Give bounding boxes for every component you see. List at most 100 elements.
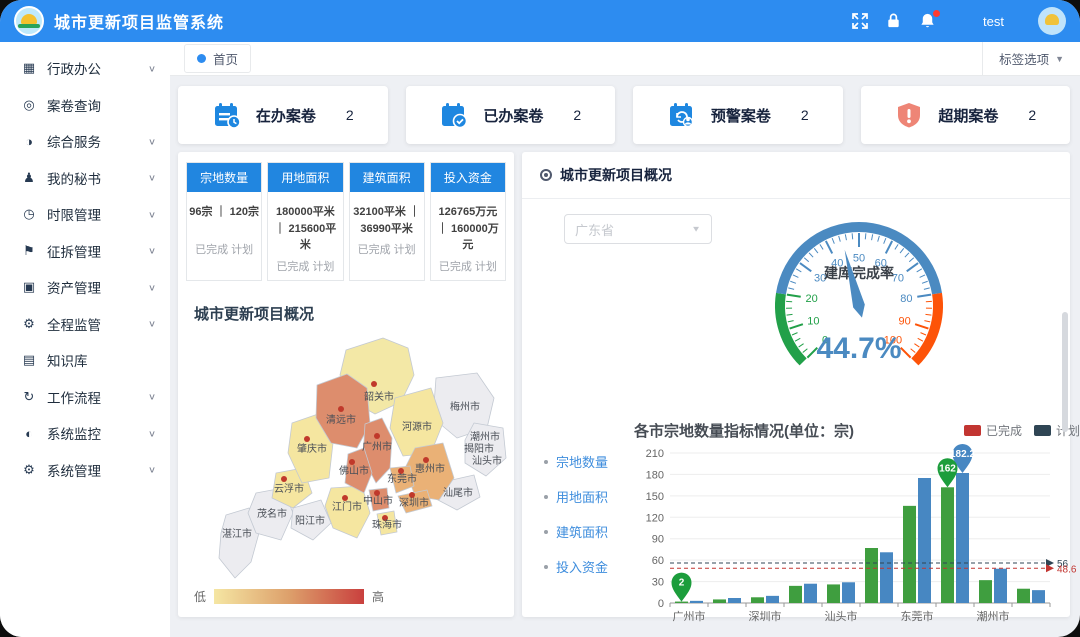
summary-card-4[interactable]: 超期案卷2 bbox=[861, 86, 1071, 144]
bullet-icon bbox=[544, 565, 548, 569]
avatar[interactable] bbox=[1038, 7, 1066, 35]
bar-plan[interactable] bbox=[956, 473, 969, 603]
legend-item[interactable]: 已完成 bbox=[964, 422, 1022, 439]
bar-plan[interactable] bbox=[918, 478, 931, 603]
stat-header[interactable]: 投入资金 bbox=[431, 163, 505, 192]
stat-header[interactable]: 用地面积 bbox=[268, 163, 342, 192]
summary-card-1[interactable]: 在办案卷2 bbox=[178, 86, 388, 144]
tag-options-button[interactable]: 标签选项 ▼ bbox=[982, 42, 1080, 75]
gauge-tick bbox=[795, 338, 800, 341]
gauge-tick bbox=[907, 263, 918, 271]
bar-plan[interactable] bbox=[766, 596, 779, 603]
city-label: 佛山市 bbox=[339, 464, 369, 477]
stat-body: 32100平米 ｜ 36990平米已完成 计划 bbox=[350, 192, 424, 263]
gauge-tick bbox=[920, 275, 925, 278]
sidebar-item-9[interactable]: ▤知识库 bbox=[0, 342, 170, 379]
bar-plan[interactable] bbox=[880, 552, 893, 603]
metric-link-1[interactable]: 宗地数量 bbox=[544, 452, 608, 471]
gauge-tick-label: 50 bbox=[853, 253, 865, 265]
metric-link-4[interactable]: 投入资金 bbox=[544, 557, 608, 576]
bar-done[interactable] bbox=[789, 586, 802, 603]
bar-plan[interactable] bbox=[994, 569, 1007, 603]
sidebar-item-11[interactable]: ◐系统监控∨ bbox=[0, 415, 170, 452]
legend-item[interactable]: 计划 bbox=[1034, 422, 1080, 439]
panel-title: 城市更新项目概况 bbox=[560, 165, 672, 185]
gauge-tick bbox=[905, 253, 909, 257]
stat-value: 126765万元 ｜ 160000万元 bbox=[433, 204, 503, 254]
metric-link-2[interactable]: 用地面积 bbox=[544, 487, 608, 506]
bar-done[interactable] bbox=[751, 597, 764, 603]
chevron-down-icon: ∨ bbox=[148, 173, 156, 183]
gauge-chart: 0102030405060708090100建库完成率44.7% bbox=[747, 204, 977, 404]
sidebar-item-12[interactable]: ⚙系统管理∨ bbox=[0, 452, 170, 489]
gauge-title: 建库完成率 bbox=[824, 265, 894, 281]
scrollbar-thumb[interactable] bbox=[1062, 312, 1068, 432]
bar-plan[interactable] bbox=[1032, 590, 1045, 603]
y-tick-label: 0 bbox=[658, 598, 664, 610]
app-window: 城市更新项目监管系统 test bbox=[0, 0, 1080, 637]
stat-caption: 已完成 计划 bbox=[352, 241, 422, 257]
gauge-tick bbox=[804, 258, 809, 262]
sidebar-item-2[interactable]: ◎案卷查询 bbox=[0, 87, 170, 124]
bar-done[interactable] bbox=[675, 602, 688, 603]
username[interactable]: test bbox=[983, 14, 1004, 29]
sidebar-item-10[interactable]: ↻工作流程∨ bbox=[0, 379, 170, 416]
sidebar-item-4[interactable]: ♟我的秘书∨ bbox=[0, 160, 170, 197]
stat-caption: 已完成 计划 bbox=[270, 258, 340, 274]
summary-card-2[interactable]: 已办案卷2 bbox=[406, 86, 616, 144]
markpoint-pin: 162 bbox=[938, 458, 958, 487]
sidebar-item-8[interactable]: ⚙全程监管∨ bbox=[0, 306, 170, 343]
bar-done[interactable] bbox=[865, 548, 878, 603]
stat-header[interactable]: 建筑面积 bbox=[350, 163, 424, 192]
sidebar-item-5[interactable]: ◷时限管理∨ bbox=[0, 196, 170, 233]
bar-done[interactable] bbox=[827, 584, 840, 603]
bar-done[interactable] bbox=[713, 599, 726, 603]
city-label: 东莞市 bbox=[387, 472, 417, 485]
city-label: 深圳市 bbox=[399, 496, 429, 509]
panel-title-row: 城市更新项目概况 bbox=[522, 152, 1070, 199]
bullseye-icon bbox=[540, 169, 552, 181]
province-select[interactable]: 广东省 ▼ bbox=[564, 214, 712, 244]
stat-caption: 已完成 计划 bbox=[189, 241, 259, 257]
gauge-tick bbox=[900, 248, 904, 253]
summary-card-count: 2 bbox=[801, 107, 809, 123]
chevron-down-icon: ∨ bbox=[148, 63, 156, 73]
gauge-tick bbox=[787, 295, 801, 297]
fullscreen-icon[interactable] bbox=[851, 12, 869, 30]
city-label: 汕头市 bbox=[472, 454, 502, 467]
sidebar-item-3[interactable]: ◑综合服务∨ bbox=[0, 123, 170, 160]
bar-done[interactable] bbox=[941, 487, 954, 603]
sidebar-item-6[interactable]: ⚑征拆管理∨ bbox=[0, 233, 170, 270]
choropleth-map[interactable]: 韶关市梅州市河源市潮州市揭阳市汕头市清远市肇庆市云浮市广州市佛山市东莞市惠州市汕… bbox=[178, 330, 514, 580]
bell-icon[interactable] bbox=[919, 12, 937, 30]
metric-link-label: 宗地数量 bbox=[556, 452, 608, 471]
bar-chart-block: 各市宗地数量指标情况(单位：宗) 已完成计划 03060901201501802… bbox=[634, 420, 1080, 632]
sidebar-item-label: 综合服务 bbox=[47, 131, 101, 151]
sidebar-item-label: 工作流程 bbox=[47, 387, 101, 407]
metric-link-label: 投入资金 bbox=[556, 557, 608, 576]
stat-header[interactable]: 宗地数量 bbox=[187, 163, 261, 192]
bar-plan[interactable] bbox=[690, 601, 703, 603]
y-tick-label: 150 bbox=[646, 491, 664, 503]
chevron-down-icon: ∨ bbox=[148, 246, 156, 256]
metric-link-3[interactable]: 建筑面积 bbox=[544, 522, 608, 541]
gauge-tick bbox=[884, 238, 886, 244]
bar-plan[interactable] bbox=[804, 584, 817, 603]
workflow-icon: ↻ bbox=[20, 389, 38, 405]
city-label: 肇庆市 bbox=[297, 442, 327, 455]
bar-done[interactable] bbox=[979, 580, 992, 603]
summary-card-3[interactable]: 预警案卷2 bbox=[633, 86, 843, 144]
markline-label: 48.6 bbox=[1057, 564, 1077, 575]
markpoint-label: 182.2 bbox=[950, 449, 975, 460]
bar-done[interactable] bbox=[1017, 589, 1030, 603]
lock-icon[interactable] bbox=[885, 12, 903, 30]
sidebar-item-7[interactable]: ▣资产管理∨ bbox=[0, 269, 170, 306]
city-label: 云浮市 bbox=[274, 482, 304, 495]
bar-plan[interactable] bbox=[842, 582, 855, 603]
city-marker-dot bbox=[423, 457, 429, 463]
tab-home[interactable]: 首页 bbox=[184, 44, 251, 73]
sidebar-item-1[interactable]: ▦行政办公∨ bbox=[0, 50, 170, 87]
bar-plan[interactable] bbox=[728, 598, 741, 603]
bar-done[interactable] bbox=[903, 506, 916, 603]
bar-chart[interactable]: 0306090120150180210广州市深圳市汕头市东莞市潮州市5648.6… bbox=[634, 441, 1080, 627]
